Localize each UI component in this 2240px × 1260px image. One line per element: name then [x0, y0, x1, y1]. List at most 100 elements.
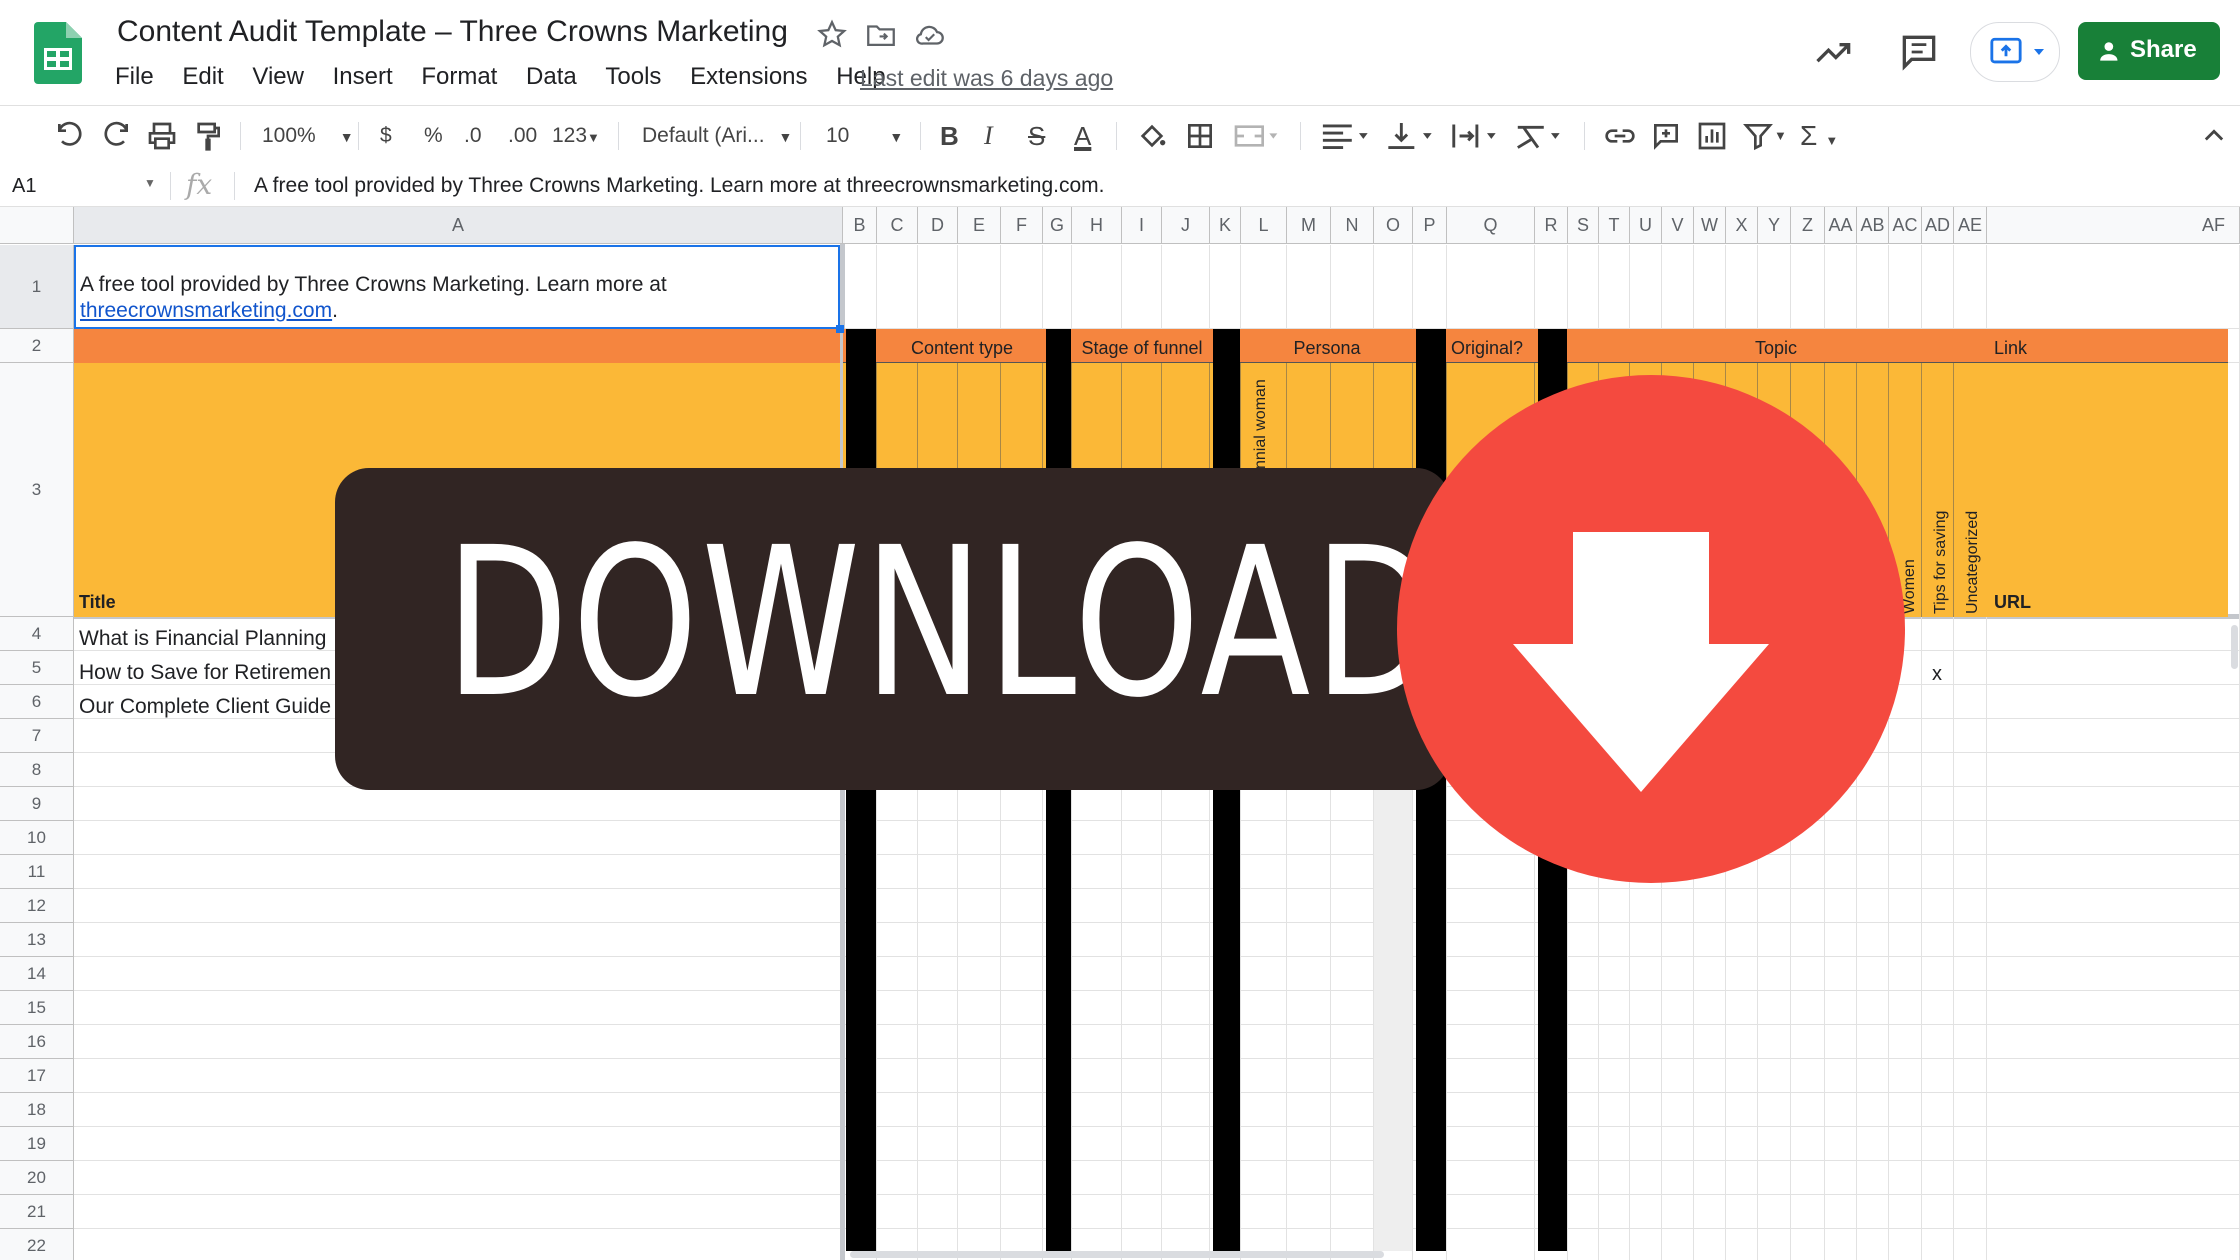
column-header-ae[interactable]: AE	[1954, 207, 1987, 244]
row-header-7[interactable]: 7	[0, 719, 74, 753]
text-wrapping-icon[interactable]	[1448, 118, 1500, 154]
row-header-20[interactable]: 20	[0, 1161, 74, 1195]
present-button[interactable]	[1970, 22, 2060, 82]
column-header-b[interactable]: B	[843, 207, 877, 244]
menu-file[interactable]: File	[115, 60, 154, 94]
row-6-title[interactable]: Our Complete Client Guide	[79, 695, 335, 719]
column-header-t[interactable]: T	[1599, 207, 1630, 244]
vertical-scrollbar-thumb[interactable]	[2231, 625, 2238, 669]
text-color-icon[interactable]: A	[1074, 118, 1091, 154]
row-header-16[interactable]: 16	[0, 1025, 74, 1059]
fill-handle[interactable]	[836, 325, 844, 333]
row-header-6[interactable]: 6	[0, 685, 74, 719]
column-header-ac[interactable]: AC	[1889, 207, 1922, 244]
row-header-1[interactable]: 1	[0, 245, 74, 329]
column-header-y[interactable]: Y	[1758, 207, 1791, 244]
merge-cells-icon[interactable]	[1232, 118, 1280, 154]
row-header-4[interactable]: 4	[0, 617, 74, 651]
share-button[interactable]: Share	[2078, 22, 2220, 80]
collapse-toolbar-icon[interactable]	[2200, 118, 2228, 154]
column-header-s[interactable]: S	[1568, 207, 1599, 244]
redo-icon[interactable]	[100, 118, 132, 154]
column-header-g[interactable]: G	[1043, 207, 1072, 244]
column-header-o[interactable]: O	[1374, 207, 1413, 244]
row-header-14[interactable]: 14	[0, 957, 74, 991]
star-icon[interactable]	[815, 18, 849, 52]
column-header-i[interactable]: I	[1122, 207, 1162, 244]
column-header-v[interactable]: V	[1662, 207, 1694, 244]
row-header-3[interactable]: 3	[0, 363, 74, 617]
topic-mark[interactable]: x	[1932, 663, 1942, 686]
row-header-15[interactable]: 15	[0, 991, 74, 1025]
fill-color-icon[interactable]	[1136, 118, 1168, 154]
column-header-z[interactable]: Z	[1791, 207, 1825, 244]
column-header-d[interactable]: D	[918, 207, 958, 244]
zoom-select[interactable]: 100% ▼	[262, 118, 354, 154]
column-header-e[interactable]: E	[958, 207, 1001, 244]
increase-decimal-button[interactable]: .00	[508, 118, 537, 154]
italic-icon[interactable]: I	[984, 118, 993, 154]
chevron-down-icon[interactable]: ▼	[144, 176, 156, 190]
vertical-align-icon[interactable]	[1384, 118, 1436, 154]
row-header-18[interactable]: 18	[0, 1093, 74, 1127]
bold-icon[interactable]: B	[940, 118, 959, 154]
column-header-aa[interactable]: AA	[1825, 207, 1857, 244]
document-title[interactable]: Content Audit Template – Three Crowns Ma…	[117, 14, 788, 50]
insert-chart-icon[interactable]	[1696, 118, 1728, 154]
filter-icon[interactable]	[1742, 118, 1774, 154]
menu-edit[interactable]: Edit	[182, 60, 223, 94]
number-format-select[interactable]: 123▼	[552, 118, 600, 154]
undo-icon[interactable]	[54, 118, 86, 154]
insert-link-icon[interactable]	[1604, 118, 1636, 154]
column-header-n[interactable]: N	[1331, 207, 1374, 244]
menu-view[interactable]: View	[252, 60, 304, 94]
functions-icon[interactable]: Σ ▼	[1800, 118, 1838, 154]
formula-input[interactable]: A free tool provided by Three Crowns Mar…	[254, 172, 1105, 200]
column-header-j[interactable]: J	[1162, 207, 1210, 244]
currency-button[interactable]: $	[380, 118, 392, 154]
column-header-k[interactable]: K	[1210, 207, 1241, 244]
menu-tools[interactable]: Tools	[605, 60, 661, 94]
row-header-8[interactable]: 8	[0, 753, 74, 787]
row-header-19[interactable]: 19	[0, 1127, 74, 1161]
row-5-title[interactable]: How to Save for Retiremen	[79, 661, 335, 685]
cloud-saved-icon[interactable]	[913, 18, 947, 52]
column-header-ad[interactable]: AD	[1922, 207, 1954, 244]
row-4-title[interactable]: What is Financial Planning	[79, 627, 335, 651]
column-header-w[interactable]: W	[1694, 207, 1726, 244]
column-header-h[interactable]: H	[1072, 207, 1122, 244]
filter-views-dropdown-icon[interactable]: ▼	[1774, 118, 1787, 154]
menu-data[interactable]: Data	[526, 60, 577, 94]
paint-format-icon[interactable]	[192, 118, 224, 154]
row-header-13[interactable]: 13	[0, 923, 74, 957]
row-header-5[interactable]: 5	[0, 651, 74, 685]
row-header-2[interactable]: 2	[0, 329, 74, 363]
column-header-m[interactable]: M	[1287, 207, 1331, 244]
borders-icon[interactable]	[1184, 118, 1216, 154]
row-header-11[interactable]: 11	[0, 855, 74, 889]
move-folder-icon[interactable]	[864, 18, 898, 52]
column-header-a[interactable]: A	[74, 207, 843, 244]
download-banner[interactable]: DOWNLOAD	[335, 468, 1450, 790]
decrease-decimal-button[interactable]: .0	[464, 118, 482, 154]
column-header-r[interactable]: R	[1535, 207, 1568, 244]
activity-trend-icon[interactable]	[1812, 30, 1856, 79]
percent-button[interactable]: %	[424, 118, 443, 154]
row-header-17[interactable]: 17	[0, 1059, 74, 1093]
column-header-af[interactable]: AF	[1987, 207, 2240, 244]
column-header-x[interactable]: X	[1726, 207, 1758, 244]
text-rotation-icon[interactable]	[1512, 118, 1564, 154]
horizontal-scrollbar-thumb[interactable]	[850, 1251, 1384, 1258]
insert-comment-icon[interactable]	[1650, 118, 1682, 154]
column-header-ab[interactable]: AB	[1857, 207, 1889, 244]
menu-extensions[interactable]: Extensions	[690, 60, 807, 94]
row-header-10[interactable]: 10	[0, 821, 74, 855]
menu-insert[interactable]: Insert	[333, 60, 393, 94]
print-icon[interactable]	[146, 118, 178, 154]
sheets-logo-icon[interactable]	[34, 22, 82, 84]
strikethrough-icon[interactable]: S	[1028, 118, 1045, 154]
column-header-p[interactable]: P	[1413, 207, 1447, 244]
name-box[interactable]: A1	[12, 172, 36, 200]
font-select[interactable]: Default (Ari... ▼	[642, 118, 792, 154]
menu-format[interactable]: Format	[421, 60, 497, 94]
